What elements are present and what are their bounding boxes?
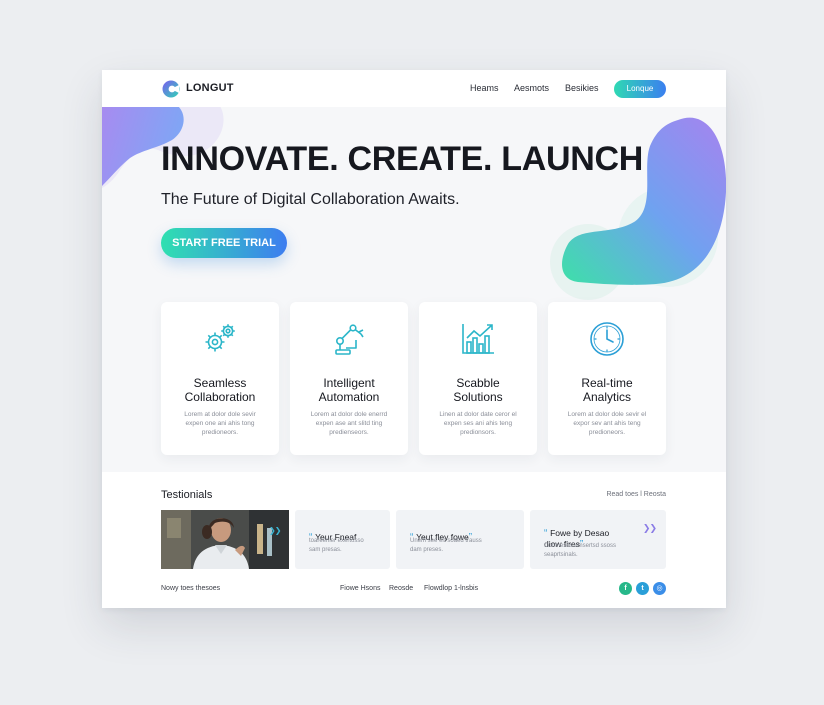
landing-page: LONGUT Heams Aesmots Besikies Lonque INN… (102, 70, 726, 608)
dribbble-icon[interactable]: ◎ (653, 582, 666, 595)
facebook-icon[interactable]: f (619, 582, 632, 595)
person-photo-image (161, 510, 289, 569)
hero-title: INNOVATE. CREATE. LAUNCH (161, 140, 644, 178)
feature-title: Seamless Collaboration (184, 376, 256, 404)
clock-icon (590, 322, 624, 356)
testimonial-card-2: “ Yeut fley fowe” Unem see en soaed trau… (396, 510, 524, 569)
footer-link-3[interactable]: Flowdlop 1-lnsbis (424, 585, 478, 592)
feature-title: Scabble Solutions (453, 376, 503, 404)
testimonial-text: Unem see en soaed trauss dam preses. (410, 538, 482, 553)
next-arrow-icon[interactable]: ❯❯ (643, 523, 657, 534)
feature-card-analytics[interactable]: Real-time Analytics Lorem at dolor dole … (548, 302, 666, 455)
footer-link-2[interactable]: Reosde (389, 585, 413, 592)
testimonial-card-3: “ Fowe by Desao diow fires” Comnesos ums… (530, 510, 666, 569)
bar-chart-icon (462, 324, 494, 354)
feature-title: Real-time Analytics (581, 376, 633, 404)
nav-link-2[interactable]: Aesmots (514, 83, 549, 93)
feature-card-automation[interactable]: Intelligent Automation Lorem at dolor do… (290, 302, 408, 455)
robot-arm-icon (335, 324, 364, 355)
read-all-link[interactable]: Read toes l Reosta (606, 491, 666, 498)
testimonial-text: toareenler exertosso sam presas. (309, 538, 364, 553)
feature-description: Lorem at dolor dole sevir el expor sev a… (567, 411, 647, 436)
testimonials-heading: Testionials (161, 489, 213, 501)
feature-description: Lorem at dolor dole enerrd expen ase ant… (310, 411, 388, 436)
photo-nav-arrow-icon[interactable]: ❯❯ (269, 526, 281, 535)
testimonial-photo (161, 510, 289, 569)
start-free-trial-button[interactable]: START FREE TRIAL (161, 228, 287, 258)
twitter-icon[interactable]: t (636, 582, 649, 595)
testimonials-section: Testionials Read toes l Reosta ❯❯ “ Yeur… (102, 472, 726, 608)
brand-name: LONGUT (186, 82, 234, 94)
feature-description: Linen at dolor date ceror el expen ses a… (439, 411, 517, 436)
testimonial-card-1: “ Yeur Fneaf toareenler exertosso sam pr… (295, 510, 390, 569)
brand-logo-icon (162, 80, 180, 98)
hero-subtitle: The Future of Digital Collaboration Awai… (161, 191, 460, 208)
footer-link-1[interactable]: Fiowe Hsons (340, 585, 380, 592)
top-navigation-bar: LONGUT Heams Aesmots Besikies Lonque (102, 70, 726, 107)
nav-link-1[interactable]: Heams (470, 83, 499, 93)
gears-icon (205, 324, 235, 352)
testimonial-text: Comnesos umsertsd ssoss seaprtsinals. (544, 543, 617, 558)
header-cta-button[interactable]: Lonque (614, 80, 666, 98)
feature-card-solutions[interactable]: Scabble Solutions Linen at dolor date ce… (419, 302, 537, 455)
footer-left-text: Nowy toes thesoes (161, 585, 221, 592)
nav-link-3[interactable]: Besikies (565, 83, 599, 93)
feature-title: Intelligent Automation (318, 376, 380, 404)
feature-card-collaboration[interactable]: Seamless Collaboration Lorem at dolor do… (161, 302, 279, 455)
feature-description: Lorem at dolor dole sevir expen one ani … (184, 411, 256, 436)
